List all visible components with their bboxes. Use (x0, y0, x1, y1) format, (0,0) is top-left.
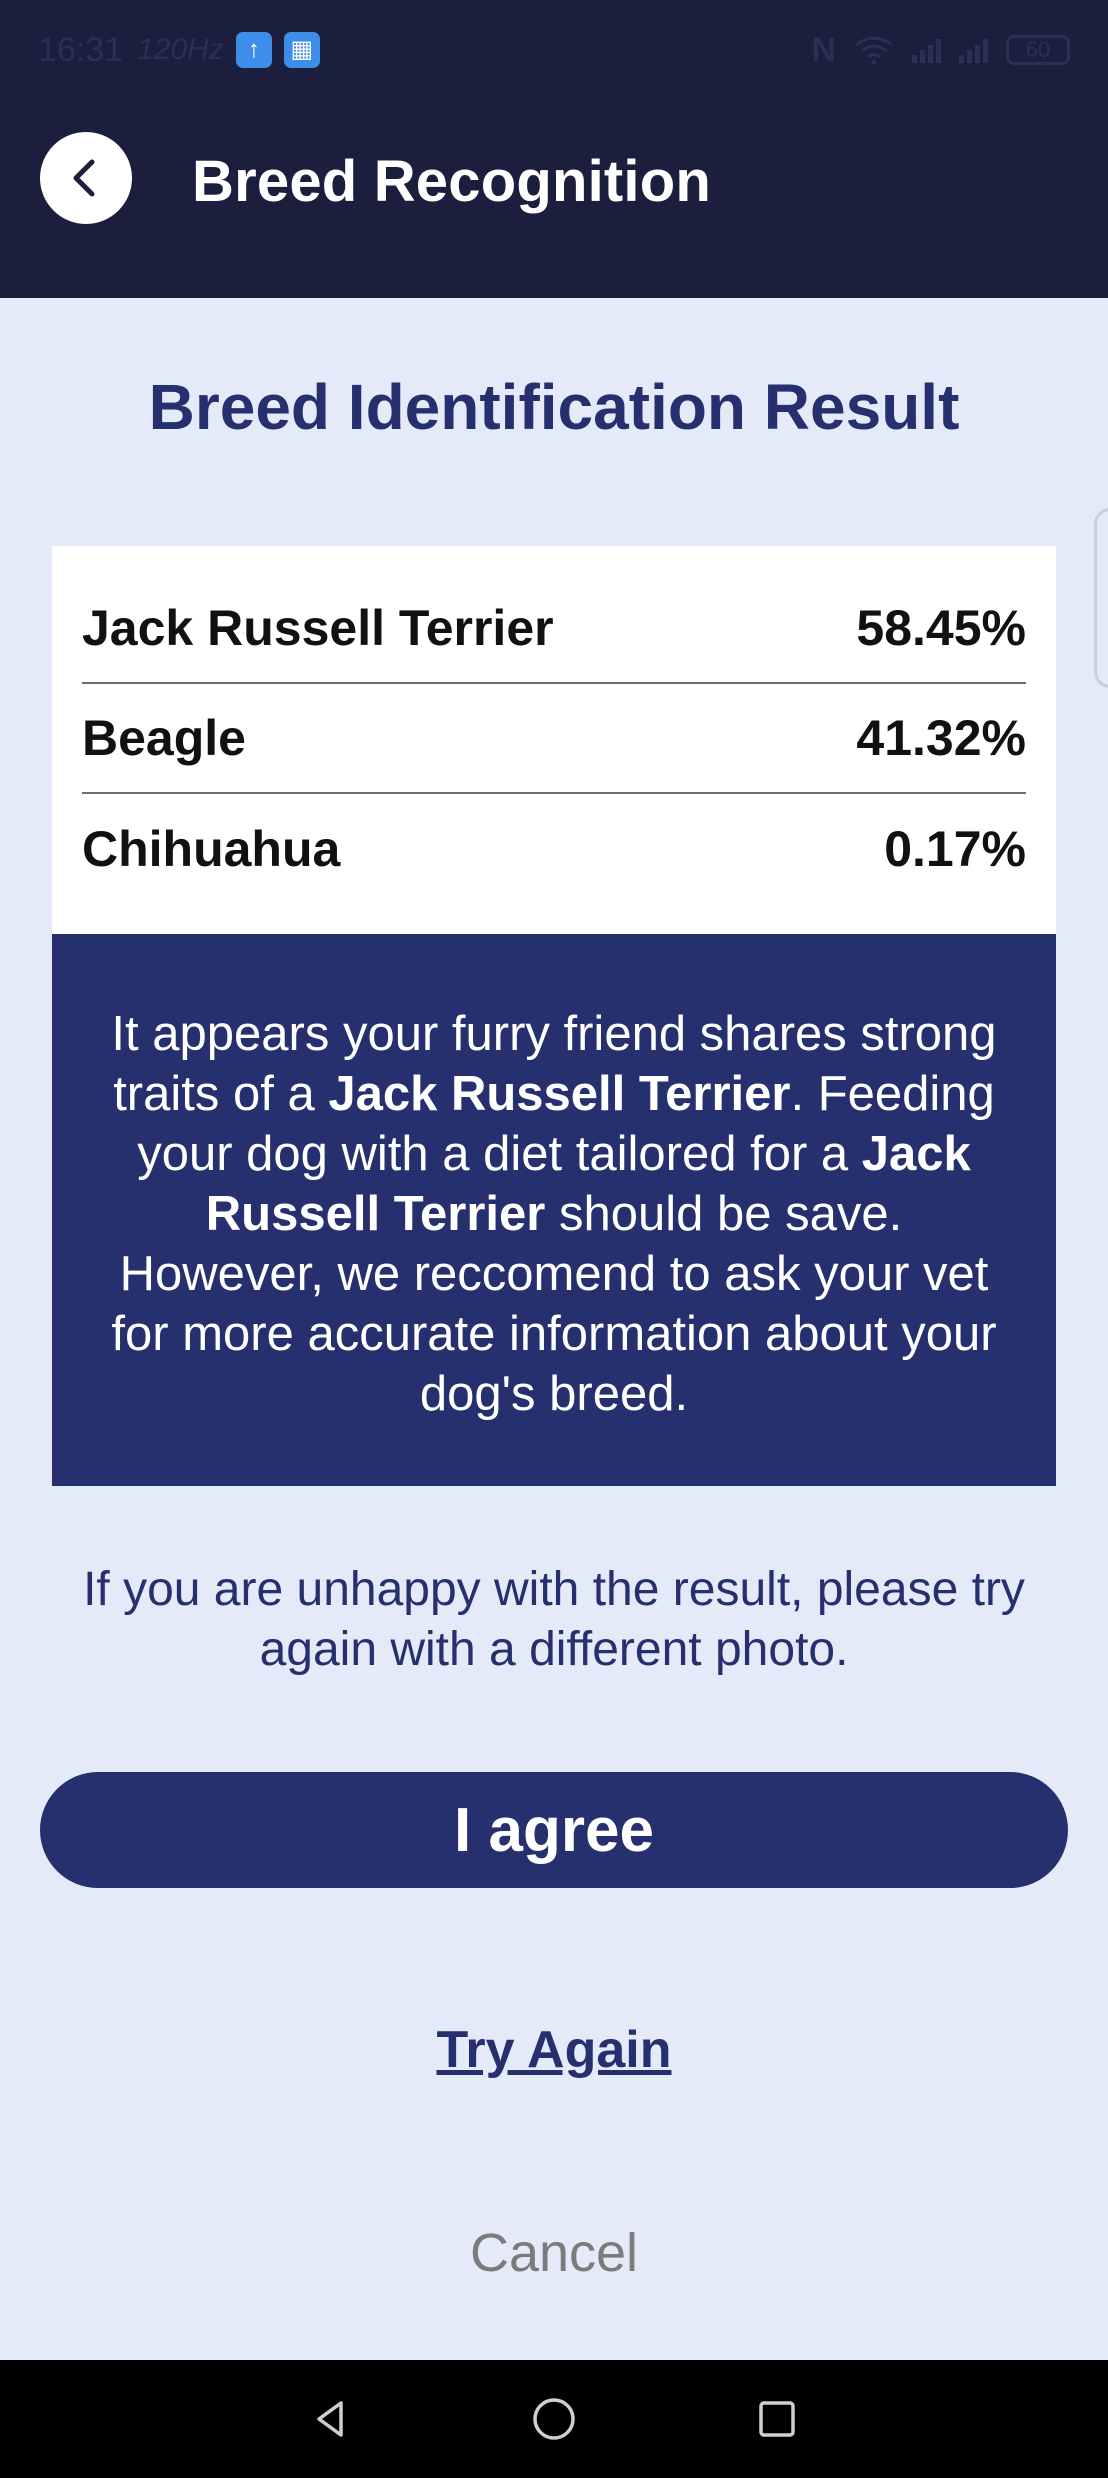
wifi-icon (855, 36, 893, 65)
breed-name: Beagle (82, 710, 246, 766)
back-button[interactable] (40, 132, 132, 224)
results-table: Jack Russell Terrier 58.45% Beagle 41.32… (52, 546, 1056, 934)
result-explanation: It appears your furry friend shares stro… (52, 934, 1056, 1486)
cancel-button[interactable]: Cancel (0, 2222, 1108, 2284)
signal-roaming-icon (959, 37, 988, 63)
refresh-rate: 120Hz (137, 33, 224, 66)
upload-app-icon: ↑ (235, 32, 272, 68)
recents-square-icon[interactable] (747, 2389, 807, 2449)
signal-icon (912, 37, 941, 63)
agree-button[interactable]: I agree (40, 1772, 1068, 1888)
breed-name: Chihuahua (82, 821, 341, 877)
status-bar: 16:31 120Hz ↑ ▦ N 60 (0, 0, 1108, 100)
try-again-link[interactable]: Try Again (0, 2020, 1108, 2080)
back-triangle-icon[interactable] (301, 2389, 361, 2449)
battery-icon: 60 (1006, 35, 1070, 65)
breed-percent: 0.17% (884, 821, 1026, 877)
result-row: Chihuahua 0.17% (82, 794, 1026, 904)
status-time: 16:31 (38, 30, 124, 69)
battery-level: 60 (1025, 37, 1051, 62)
retry-note: If you are unhappy with the result, plea… (83, 1563, 1025, 1676)
result-row: Jack Russell Terrier 58.45% (82, 546, 1026, 684)
home-circle-icon[interactable] (524, 2389, 584, 2449)
top-bar: 16:31 120Hz ↑ ▦ N 60 Breed Recognition (0, 0, 1108, 298)
breed-percent: 41.32% (856, 710, 1026, 766)
page-title: Breed Identification Result (148, 371, 960, 443)
edge-panel-handle[interactable] (1094, 508, 1108, 688)
system-nav-bar (0, 2360, 1108, 2478)
app-bar-title: Breed Recognition (192, 149, 711, 214)
screen: 16:31 120Hz ↑ ▦ N 60 Breed Recognition B… (0, 0, 1108, 2478)
breed-percent: 58.45% (856, 600, 1026, 656)
info-breed-1: Jack Russell Terrier (328, 1067, 791, 1121)
chevron-left-icon (73, 159, 95, 197)
calendar-app-icon: ▦ (283, 32, 320, 68)
nfc-icon: N (811, 30, 836, 69)
result-row: Beagle 41.32% (82, 684, 1026, 794)
status-icons: N 60 (811, 31, 1070, 70)
breed-name: Jack Russell Terrier (82, 600, 554, 656)
